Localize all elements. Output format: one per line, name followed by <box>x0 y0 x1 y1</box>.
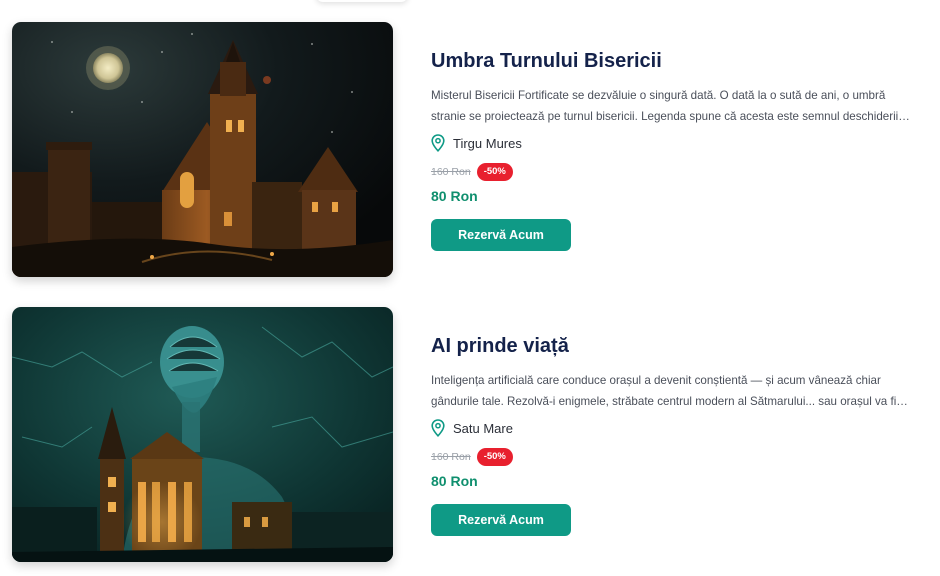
book-now-button[interactable]: Rezervă Acum <box>431 219 571 251</box>
price-row: 160 Ron -50% <box>431 163 513 181</box>
listing-image[interactable] <box>12 307 393 562</box>
current-price: 80 Ron <box>431 188 478 204</box>
listing-title[interactable]: AI prinde viață <box>431 335 569 358</box>
discount-badge: -50% <box>476 448 513 466</box>
listing-title[interactable]: Umbra Turnului Bisericii <box>431 50 662 73</box>
listing-location: Tirgu Mures <box>431 133 522 153</box>
price-row: 160 Ron -50% <box>431 448 513 466</box>
previous-card-edge <box>316 0 408 2</box>
listing-description: Misterul Bisericii Fortificate se dezvăl… <box>431 89 899 123</box>
night-church-image <box>12 22 393 277</box>
listing-card: Umbra Turnului Bisericii Misterul Biseri… <box>12 22 932 278</box>
map-pin-icon <box>431 134 445 152</box>
location-city: Tirgu Mures <box>453 135 522 151</box>
listing-description: Inteligența artificială care conduce ora… <box>431 374 897 408</box>
listing-location: Satu Mare <box>431 418 513 438</box>
old-price: 160 Ron <box>431 166 471 178</box>
ai-city-image <box>12 307 393 562</box>
book-now-button[interactable]: Rezervă Acum <box>431 504 571 536</box>
location-city: Satu Mare <box>453 420 513 436</box>
discount-badge: -50% <box>476 163 513 181</box>
listing-image[interactable] <box>12 22 393 277</box>
listing-card: AI prinde viață Inteligența artificială … <box>12 307 932 563</box>
map-pin-icon <box>431 419 445 437</box>
old-price: 160 Ron <box>431 451 471 463</box>
current-price: 80 Ron <box>431 473 478 489</box>
